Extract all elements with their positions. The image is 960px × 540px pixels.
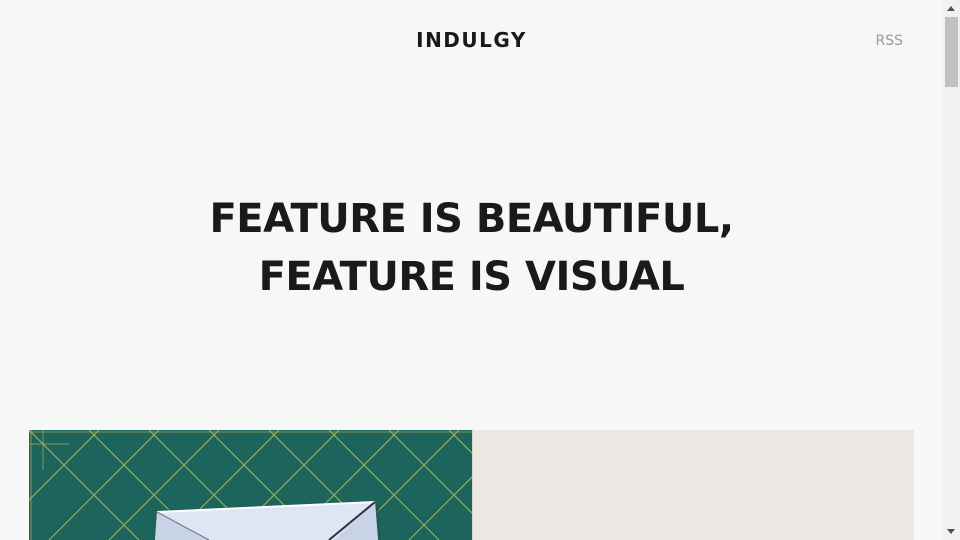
feature-gallery [29, 430, 914, 540]
vertical-scrollbar[interactable] [943, 0, 960, 540]
rss-link[interactable]: RSS [875, 33, 903, 49]
origami-envelope-image [29, 430, 472, 540]
hero-line-1: FEATURE IS BEAUTIFUL, [209, 196, 734, 242]
white-paper-image [472, 430, 914, 540]
hero-line-2: FEATURE IS VISUAL [258, 254, 685, 300]
photo-origami-envelope[interactable] [29, 430, 472, 540]
scrollbar-thumb[interactable] [945, 17, 958, 87]
scroll-down-arrow-icon[interactable] [947, 529, 955, 534]
page: INDULGY RSS FEATURE IS BEAUTIFUL, FEATUR… [0, 0, 943, 540]
scroll-up-arrow-icon[interactable] [947, 6, 955, 11]
photo-white-paper[interactable] [472, 430, 914, 540]
hero-heading: FEATURE IS BEAUTIFUL, FEATURE IS VISUAL [0, 190, 943, 306]
site-title[interactable]: INDULGY [0, 28, 943, 52]
